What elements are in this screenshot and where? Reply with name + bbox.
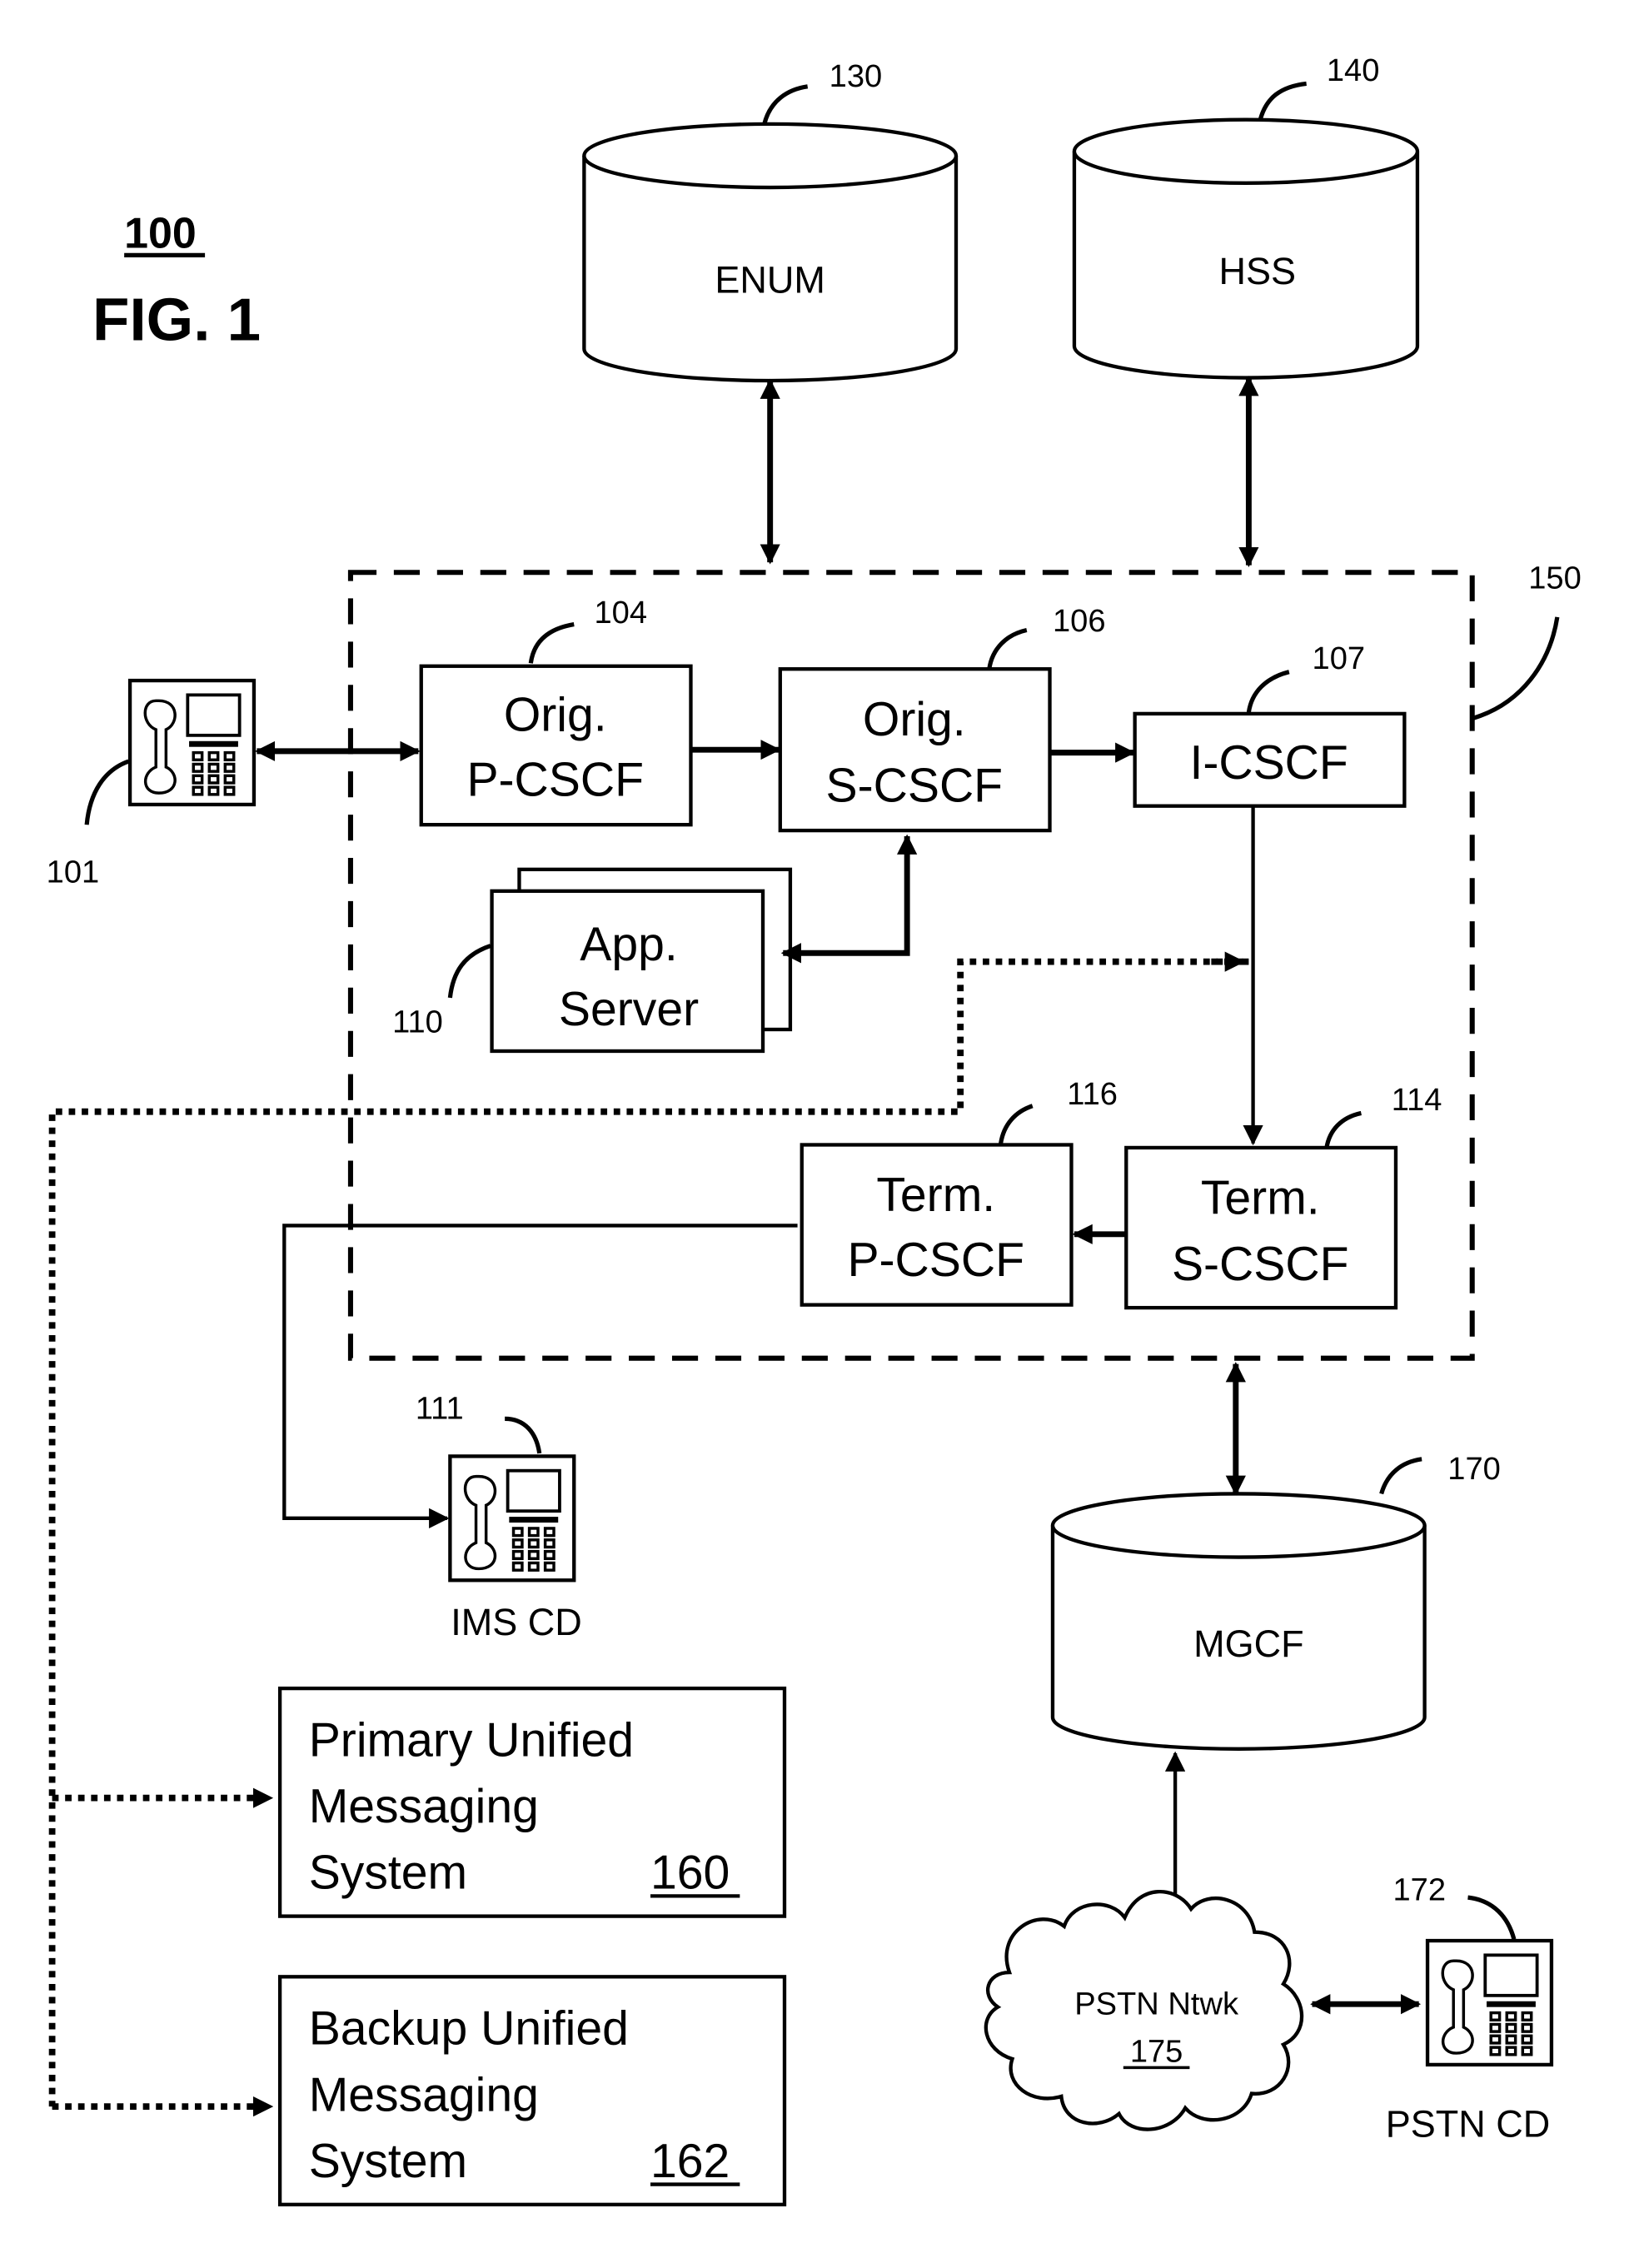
enum-ref: 130 [829,59,883,94]
hss-ref: 140 [1327,53,1380,88]
backup-ums-box[interactable]: Backup Unified Messaging System 162 [277,1975,787,2206]
ims-network-diagram: 100 FIG. 1 ENUM 130 HSS 140 150 101 Orig… [47,53,1582,2206]
ims-cd-ref-leader [505,1416,542,1454]
term-scscf-box[interactable]: Term. S-CSCF [1124,1145,1398,1310]
enum-label: ENUM [715,258,824,301]
term-pcscf-box[interactable]: Term. P-CSCF [800,1143,1074,1307]
mgcf-database[interactable]: MGCF [1050,1492,1427,1751]
mgcf-label: MGCF [1193,1622,1303,1665]
figure-title: FIG. 1 [92,287,261,354]
calling-device-ref-leader [84,759,130,825]
ims-network-ref-leader [1472,616,1560,720]
pstn-cd-ref: 172 [1393,1873,1447,1908]
primary-ums-line3: System [309,1847,467,1900]
pstn-cd-label: PSTN CD [1386,2102,1551,2145]
hss-database[interactable]: HSS [1072,117,1420,380]
pstn-network-label: PSTN Ntwk [1074,1986,1239,2021]
primary-ums-box[interactable]: Primary Unified Messaging System 160 [277,1686,787,1918]
primary-ums-line1: Primary Unified [309,1713,634,1767]
term-pcscf-line1: Term. [876,1169,995,1222]
orig-scscf-box[interactable]: Orig. S-CSCF [778,667,1052,833]
calling-device-ref: 101 [47,855,100,890]
orig-pcscf-line2: P-CSCF [466,754,644,807]
orig-pcscf-ref: 104 [594,596,647,631]
app-server-ref-leader [447,944,491,999]
icscf-box[interactable]: I-CSCF [1133,711,1407,808]
ims-network-ref: 150 [1528,561,1582,596]
orig-scscf-ref-leader [987,627,1028,670]
icscf-label: I-CSCF [1189,736,1348,790]
orig-scscf-line2: S-CSCF [826,759,1004,812]
pstn-network-cloud[interactable]: PSTN Ntwk 175 [984,1890,1304,2131]
orig-pcscf-line1: Orig. [504,689,607,742]
term-scscf-ref: 114 [1392,1083,1442,1118]
term-scscf-line1: Term. [1201,1172,1320,1225]
mgcf-ref-leader [1379,1457,1422,1495]
term-pcscf-ref-leader [999,1104,1034,1144]
app-server-ref: 110 [392,1004,443,1039]
primary-ums-ref: 160 [650,1847,730,1900]
enum-ref-leader [762,84,809,125]
primary-ums-line2: Messaging [309,1780,539,1833]
term-pcscf-ref: 116 [1067,1077,1118,1112]
backup-ums-ref: 162 [650,2135,730,2188]
orig-pcscf-ref-leader [528,621,575,664]
ims-cd-phone[interactable] [450,1456,574,1580]
term-scscf-ref-leader [1324,1110,1363,1149]
mgcf-ref: 170 [1447,1452,1501,1487]
pstn-cd-ref-leader [1467,1895,1517,1941]
term-scscf-line2: S-CSCF [1172,1238,1349,1291]
ims-cd-ref: 111 [416,1391,464,1426]
ims-cd-label: IMS CD [451,1601,582,1643]
hss-label: HSS [1219,250,1297,292]
hss-ref-leader [1258,81,1307,121]
pstn-network-ref: 175 [1130,2034,1183,2069]
icscf-ref-leader [1246,670,1290,713]
orig-scscf-line1: Orig. [863,693,966,746]
scscf-appserver-arrow [780,834,918,964]
app-server-line1: App. [580,918,677,971]
backup-ums-line2: Messaging [309,2068,539,2121]
pstn-cd-phone[interactable] [1427,1941,1552,2065]
orig-pcscf-box[interactable]: Orig. P-CSCF [419,664,693,827]
term-pcscf-line2: P-CSCF [847,1234,1024,1287]
calling-device-phone[interactable] [130,680,254,805]
enum-database[interactable]: ENUM [582,122,959,383]
app-server-box[interactable]: App. Server [490,867,793,1054]
figure-ref: 100 [124,210,197,258]
app-server-line2: Server [559,983,699,1036]
backup-ums-line3: System [309,2135,467,2188]
orig-scscf-ref: 106 [1053,604,1106,639]
icscf-ref: 107 [1313,641,1366,676]
backup-ums-line1: Backup Unified [309,2002,629,2056]
